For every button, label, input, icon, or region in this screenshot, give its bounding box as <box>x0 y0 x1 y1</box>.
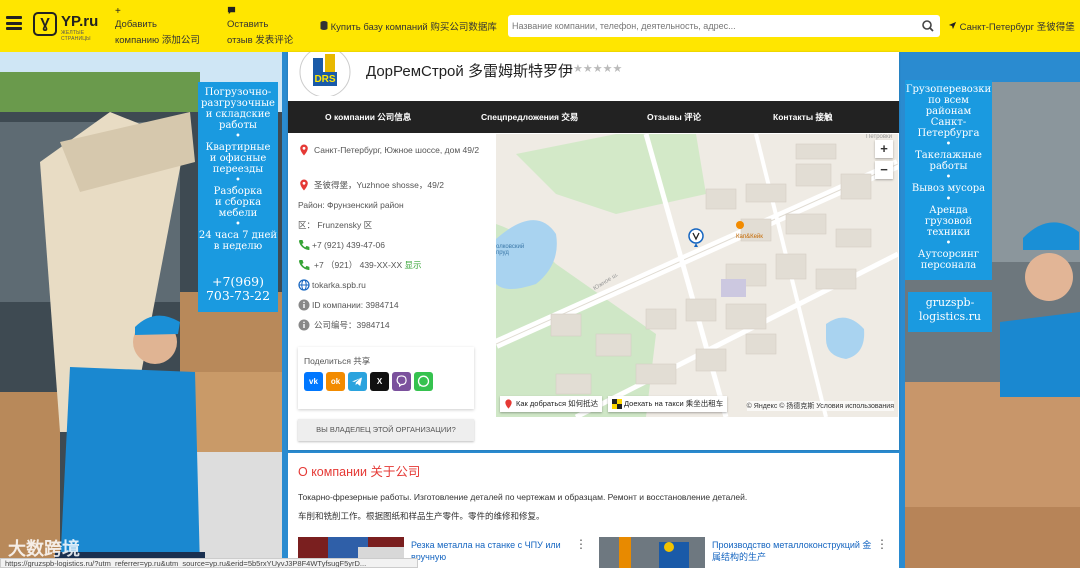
about-text-zh: 车削和铣削工作。根据图纸和样品生产零件。零件的维修和修复。 <box>298 511 545 521</box>
logo-subtitle: ЖЕЛТЫЕ СТРАНИЦЫ <box>61 30 91 42</box>
right-ad-services: Грузоперевозки по всем районам Санкт- Пе… <box>905 80 992 280</box>
yandex-map[interactable]: Кап&Кейк олковский пруд Южное ш. Петровк… <box>496 134 898 417</box>
location-pin-icon <box>300 179 308 191</box>
search-input[interactable] <box>512 18 912 34</box>
buy-database-link[interactable]: Купить базу компаний 购买公司数据库 <box>320 19 497 33</box>
info-icon <box>298 299 310 311</box>
leave-review-link[interactable]: Оставить отзыв 发表评论 <box>227 6 293 49</box>
viber-icon[interactable] <box>392 372 411 391</box>
logo-mark-icon: Ɣ <box>33 12 57 36</box>
telegram-icon[interactable] <box>348 372 367 391</box>
browser-status-url: https://gruzspb-logistics.ru/?utm_referr… <box>0 558 418 568</box>
share-label: Поделиться 共享 <box>304 356 371 366</box>
phone-icon <box>299 260 310 270</box>
more-options-icon[interactable]: ⋮ <box>876 537 888 551</box>
x-icon[interactable]: X <box>370 372 389 391</box>
location-pin-icon <box>300 144 308 156</box>
company-tabs: О компании 公司信息 Спецпредложения 交易 Отзыв… <box>288 101 899 133</box>
info-icon <box>298 319 310 331</box>
zoom-in-button[interactable]: + <box>875 140 893 158</box>
news-title[interactable]: Производство металлоконструкций 金属结构的生产 <box>712 539 877 563</box>
about-section: О компании 关于公司 Токарно-фрезерные работы… <box>288 453 899 568</box>
top-bar: Ɣ YP.ru ЖЕЛТЫЕ СТРАНИЦЫ + Добавить компа… <box>0 0 1080 52</box>
search-box <box>508 15 940 37</box>
location-arrow-icon <box>948 21 960 33</box>
left-ad-services: Погрузочно- разгрузочные и складские раб… <box>198 82 278 278</box>
route-pin-icon <box>505 399 512 409</box>
map-canvas <box>496 134 898 417</box>
add-company-link[interactable]: + Добавить компанию 添加公司 <box>115 6 200 49</box>
taxi-icon <box>612 399 622 409</box>
left-ad-phone[interactable]: +7(969) 703-73-22 <box>198 270 278 312</box>
right-ad-site[interactable]: gruzspb- logistics.ru <box>908 292 992 332</box>
search-icon[interactable] <box>920 18 936 34</box>
city-selector[interactable]: Санкт-Петербург 圣彼得堡 <box>948 19 1075 33</box>
phone-icon <box>299 240 310 250</box>
news-title[interactable]: Резка металла на станке с ЧПУ или вручну… <box>411 539 576 563</box>
plus-icon: + <box>115 6 121 17</box>
database-icon <box>320 21 331 33</box>
logo-text: YP.ru <box>61 13 99 30</box>
tab-reviews[interactable]: Отзывы 评论 <box>647 101 701 133</box>
news-image-metal <box>599 537 705 568</box>
map-copyright[interactable]: © Яндекс © 扬德克斯 Условия использования <box>746 401 894 411</box>
news-card[interactable]: Производство металлоконструкций 金属结构的生产 … <box>599 537 894 568</box>
taxi-button[interactable]: Доехать на такси 乘坐出租车 <box>608 396 728 412</box>
about-title: О компании 关于公司 <box>298 465 421 479</box>
company-card: DRS ДорРемСтрой 多雷姆斯特罗伊 ★★★★★ О компании… <box>288 46 899 450</box>
comment-icon <box>227 6 293 17</box>
menu-icon[interactable] <box>6 16 22 30</box>
zoom-out-button[interactable]: − <box>875 161 893 179</box>
site-logo[interactable]: Ɣ YP.ru ЖЕЛТЫЕ СТРАНИЦЫ <box>33 12 107 42</box>
left-ad-banner[interactable]: Погрузочно- разгрузочные и складские раб… <box>0 52 282 568</box>
owner-claim-button[interactable]: ВЫ ВЛАДЕЛЕЦ ЭТОЙ ОРГАНИЗАЦИИ? <box>298 419 474 441</box>
tab-contacts[interactable]: Контакты 接触 <box>773 101 832 133</box>
whatsapp-icon[interactable] <box>414 372 433 391</box>
route-button[interactable]: Как добраться 如何抵达 <box>500 396 603 412</box>
more-options-icon[interactable]: ⋮ <box>575 537 587 551</box>
show-phone-link[interactable]: 显示 <box>405 260 422 270</box>
map-label-cafe: Кап&Кейк <box>736 234 763 240</box>
tab-about[interactable]: О компании 公司信息 <box>325 101 411 133</box>
ok-icon[interactable]: ok <box>326 372 345 391</box>
svg-text:DRS: DRS <box>314 74 335 85</box>
share-panel: Поделиться 共享 vk ok X <box>298 347 474 409</box>
globe-icon <box>298 279 310 291</box>
rating-stars[interactable]: ★★★★★ <box>573 62 622 75</box>
vk-icon[interactable]: vk <box>304 372 323 391</box>
company-title: ДорРемСтрой 多雷姆斯特罗伊 <box>366 63 573 80</box>
map-label-pond: олковский пруд <box>496 244 525 256</box>
tab-offers[interactable]: Спецпредложения 交易 <box>481 101 578 133</box>
about-text-ru: Токарно-фрезерные работы. Изготовление д… <box>298 492 748 502</box>
company-logo: DRS <box>298 46 352 98</box>
right-ad-banner[interactable]: Грузоперевозки по всем районам Санкт- Пе… <box>905 52 1080 568</box>
website-link[interactable]: tokarka.spb.ru <box>312 279 366 292</box>
